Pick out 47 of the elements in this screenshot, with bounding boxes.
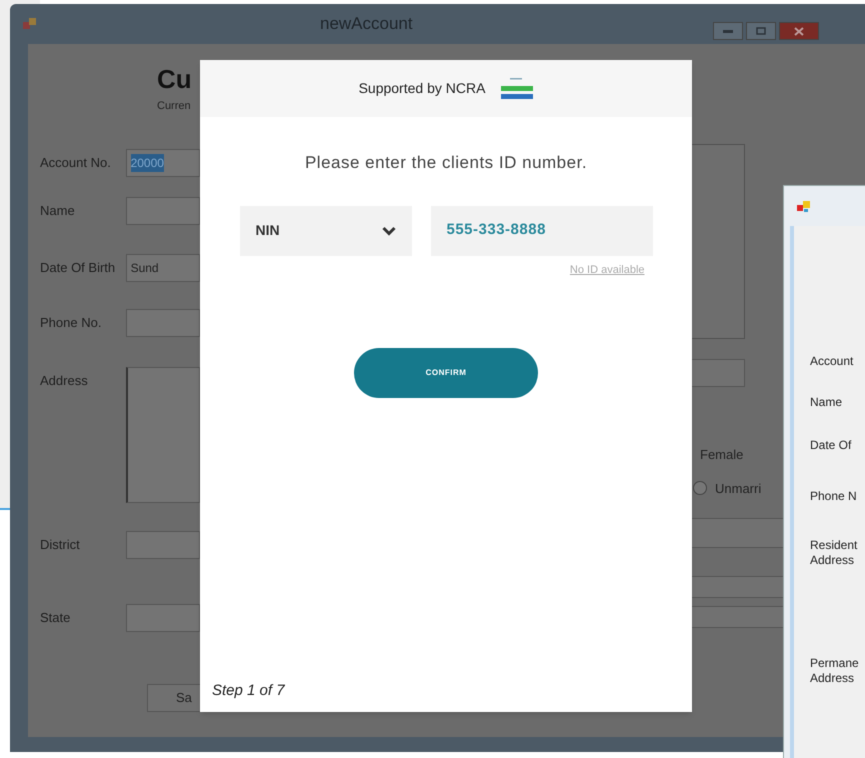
field-value: Sund (130, 260, 159, 276)
app-icon (22, 17, 38, 31)
id-type-select[interactable]: NIN (240, 206, 412, 256)
close-icon (794, 26, 804, 36)
field-label: District (39, 536, 81, 554)
field-label: Address (39, 372, 89, 390)
input-field[interactable] (126, 604, 200, 632)
window-title: newAccount (320, 13, 413, 36)
confirm-button[interactable]: CONFIRM (354, 348, 538, 398)
close-button[interactable] (779, 22, 819, 40)
radio-label: Female (700, 446, 744, 464)
id-number-field[interactable]: 555-333-8888 (430, 206, 652, 256)
field-label: Date Of Birth (39, 258, 116, 277)
field-label: State (39, 608, 72, 627)
maximize-button[interactable] (746, 22, 776, 40)
maximize-icon (756, 27, 766, 35)
form-heading: Cu (157, 66, 193, 92)
logo-icon (501, 78, 534, 100)
form-label: Phone N (810, 489, 858, 504)
id-number-value: 555-333-8888 (446, 220, 546, 240)
address-textarea[interactable] (126, 366, 200, 502)
input-field[interactable] (126, 308, 200, 336)
input-field[interactable]: Sund (126, 254, 200, 282)
input-field[interactable] (126, 530, 200, 558)
chevron-down-icon (382, 226, 396, 236)
no-id-link[interactable]: No ID available (570, 262, 644, 278)
minimize-icon (723, 30, 733, 32)
form-label: Name (810, 395, 844, 410)
field-label: Phone No. (39, 314, 102, 332)
header-text: Supported by NCRA (358, 79, 486, 98)
field-label: Name (39, 202, 76, 220)
form-label: Account (810, 354, 854, 369)
input-field[interactable] (126, 196, 200, 224)
input-field[interactable] (690, 359, 745, 387)
input-field[interactable]: 20000 (126, 148, 200, 176)
radio-label: Unmarri (715, 480, 762, 498)
form-label: Permane Address (810, 656, 860, 686)
app-icon (796, 199, 812, 213)
form-label: Resident Address (810, 538, 858, 568)
minimize-button[interactable] (713, 22, 743, 40)
text-area[interactable] (690, 144, 745, 339)
field-label: Account No. (39, 154, 112, 172)
form-subheading: Curren (157, 99, 192, 114)
form-label: Date Of (810, 438, 852, 453)
radio-button[interactable] (693, 481, 707, 496)
prompt-text: Please enter the clients ID number. (304, 152, 588, 174)
field-value: 20000 (130, 154, 164, 172)
